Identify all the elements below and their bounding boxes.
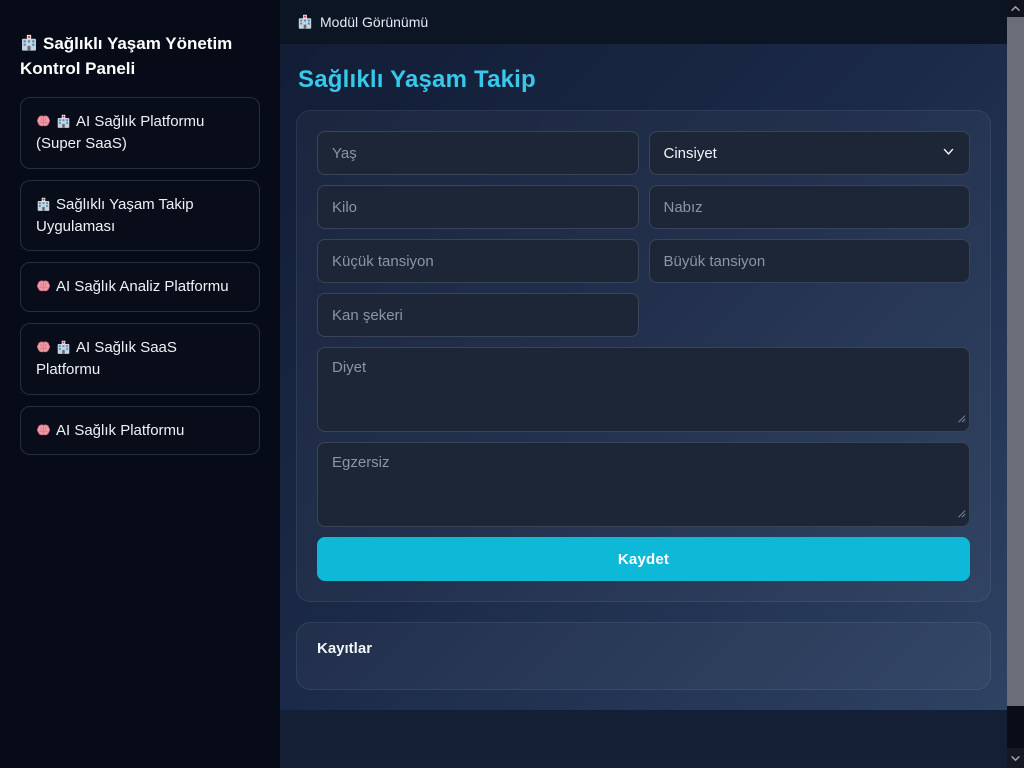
save-button[interactable]: Kaydet (317, 537, 970, 581)
diet-textarea[interactable] (317, 347, 970, 432)
hospital-icon (56, 114, 71, 129)
sidebar: Sağlıklı Yaşam Yönetim Kontrol Paneli AI… (0, 0, 280, 768)
age-input[interactable] (317, 131, 639, 175)
chevron-down-icon (942, 145, 955, 162)
main-area: Modül Görünümü Sağlıklı Yaşam Takip Cins… (280, 0, 1007, 768)
sidebar-item-label: AI Sağlık Platformu (56, 422, 184, 439)
systolic-input[interactable] (649, 239, 971, 283)
page-title: Sağlıklı Yaşam Takip (298, 66, 991, 94)
blood-sugar-input[interactable] (317, 293, 639, 337)
resize-handle-icon[interactable] (956, 410, 966, 428)
records-card: Kayıtlar (296, 622, 991, 690)
diet-textarea-wrap (317, 347, 970, 432)
vertical-scrollbar (1007, 0, 1024, 768)
brain-icon (36, 423, 51, 438)
scrollbar-thumb[interactable] (1007, 17, 1024, 706)
sidebar-item-label: Sağlıklı Yaşam Takip Uygulaması (36, 196, 194, 235)
sidebar-item-2[interactable]: AI Sağlık Analiz Platformu (20, 262, 260, 312)
resize-handle-icon[interactable] (956, 505, 966, 523)
hospital-icon (297, 14, 313, 30)
gender-select[interactable]: Cinsiyet (649, 131, 971, 175)
weight-input[interactable] (317, 185, 639, 229)
module-panel: Sağlıklı Yaşam Takip Cinsiyet Kaydet Kayı… (280, 44, 1007, 710)
diastolic-input[interactable] (317, 239, 639, 283)
topbar: Modül Görünümü (280, 0, 1007, 44)
records-title: Kayıtlar (317, 640, 970, 657)
sidebar-item-1[interactable]: Sağlıklı Yaşam Takip Uygulaması (20, 180, 260, 252)
sidebar-item-3[interactable]: AI Sağlık SaaS Platformu (20, 323, 260, 395)
chevron-up-icon (1010, 3, 1021, 14)
chevron-down-icon (1010, 753, 1021, 764)
app-title: Sağlıklı Yaşam Yönetim Kontrol Paneli (20, 32, 260, 81)
app-title-text: Sağlıklı Yaşam Yönetim Kontrol Paneli (20, 34, 232, 78)
brain-icon (36, 279, 51, 294)
exercise-textarea[interactable] (317, 442, 970, 527)
health-form-card: Cinsiyet Kaydet (296, 110, 991, 602)
select-value: Cinsiyet (664, 145, 717, 162)
sidebar-nav: AI Sağlık Platformu (Super SaaS) Sağlıklı… (20, 97, 260, 455)
topbar-title: Modül Görünümü (320, 14, 428, 30)
exercise-textarea-wrap (317, 442, 970, 527)
scroll-down-button[interactable] (1007, 748, 1024, 768)
brain-icon (36, 340, 51, 355)
sidebar-item-label: AI Sağlık Analiz Platformu (56, 278, 229, 295)
pulse-input[interactable] (649, 185, 971, 229)
hospital-icon (56, 340, 71, 355)
brain-icon (36, 114, 51, 129)
sidebar-item-0[interactable]: AI Sağlık Platformu (Super SaaS) (20, 97, 260, 169)
scroll-up-button[interactable] (1007, 0, 1024, 17)
hospital-icon (36, 197, 51, 212)
health-form: Cinsiyet Kaydet (317, 131, 970, 581)
hospital-icon (20, 34, 38, 52)
sidebar-item-4[interactable]: AI Sağlık Platformu (20, 406, 260, 456)
